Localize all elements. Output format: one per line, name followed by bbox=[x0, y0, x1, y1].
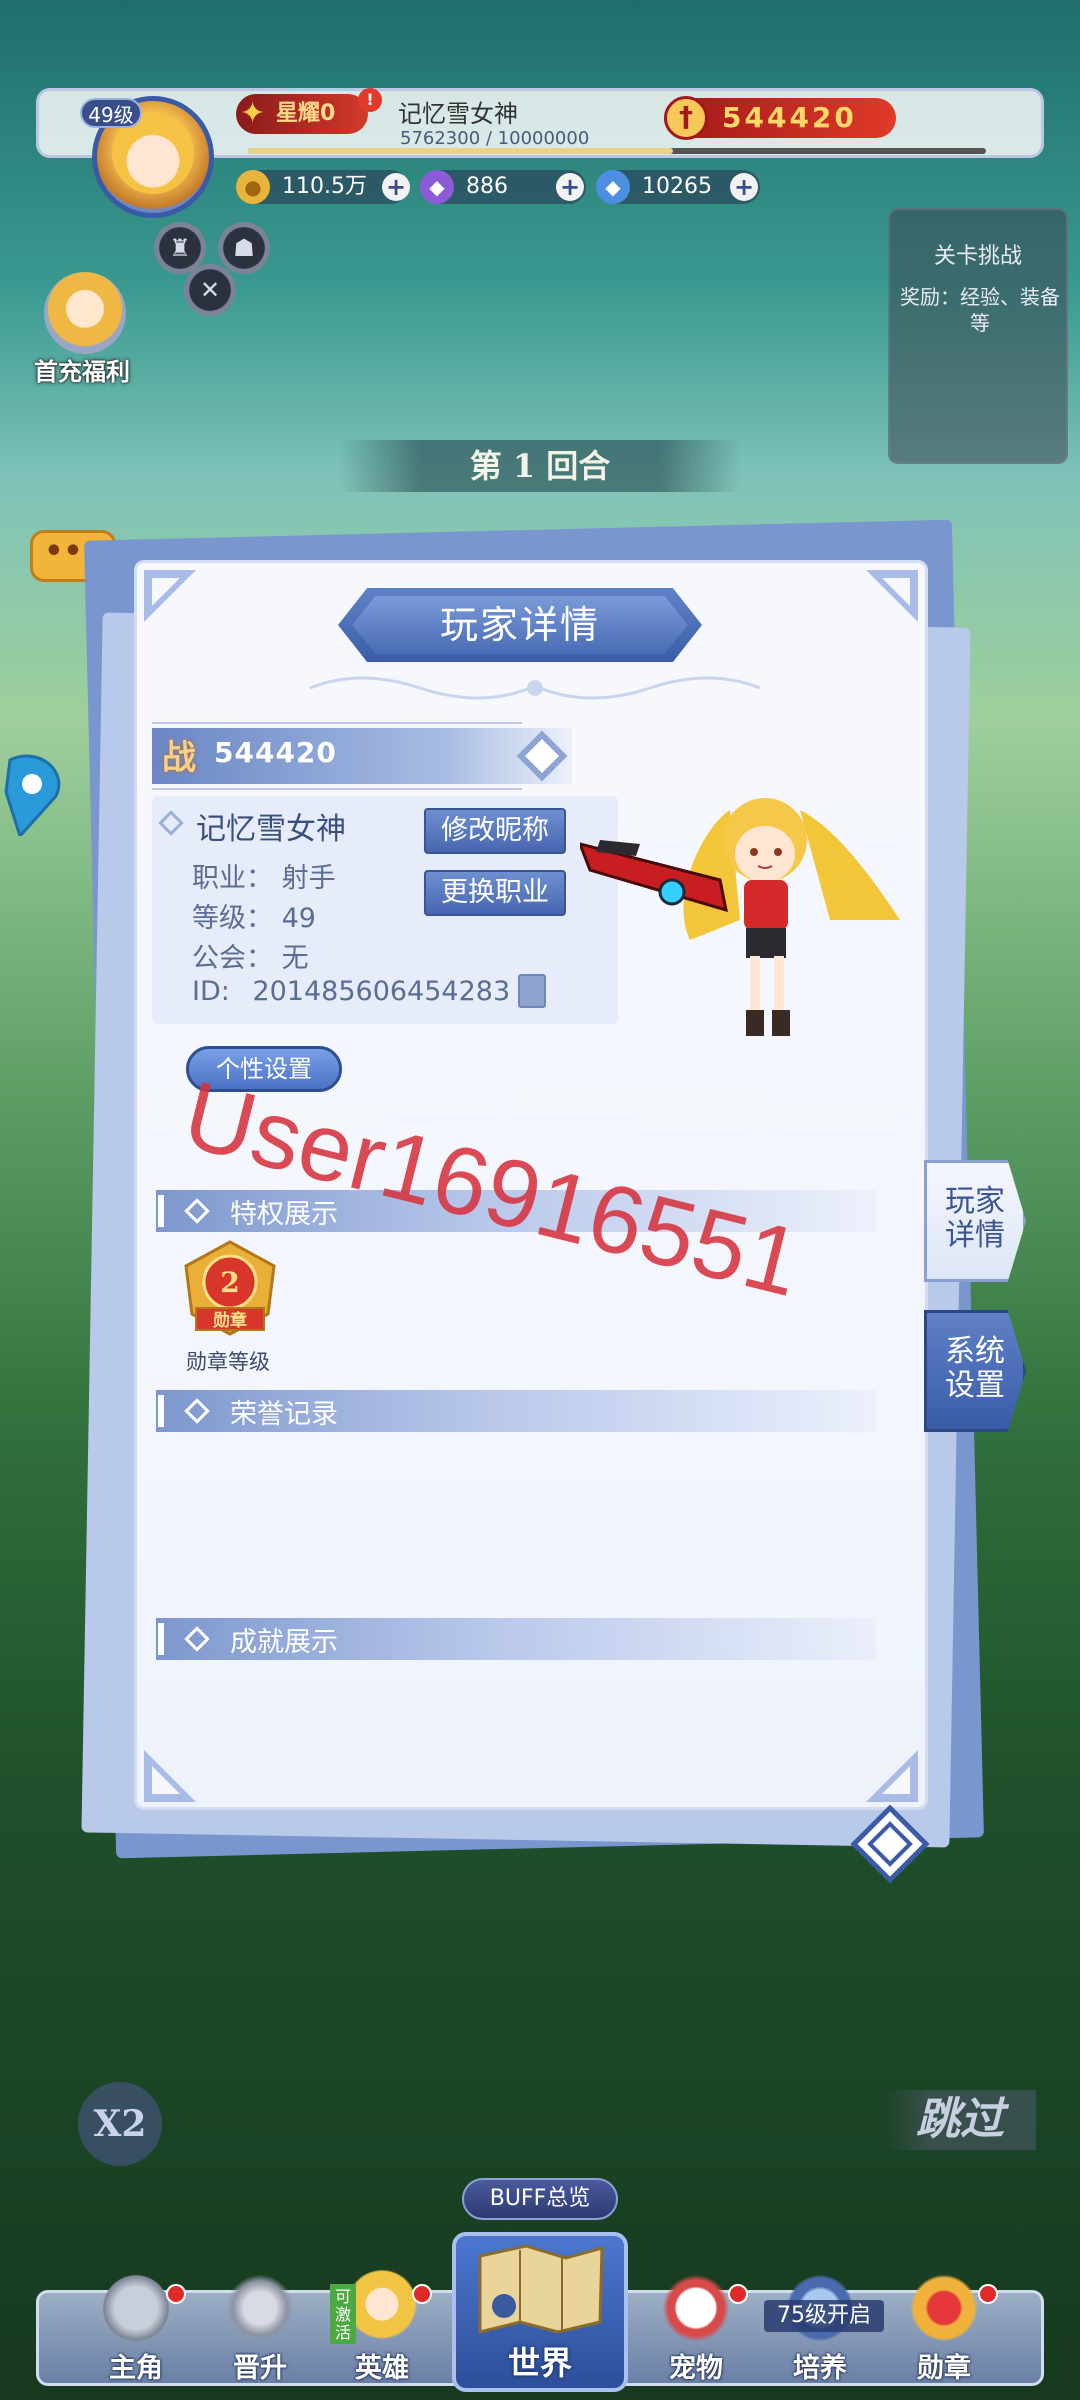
nav-cultivate-label: 培养 bbox=[793, 2353, 847, 2384]
nav-protagonist-label: 主角 bbox=[109, 2353, 163, 2384]
medal-badge-icon[interactable]: 2 勋章 bbox=[178, 1240, 282, 1336]
first-recharge-icon[interactable] bbox=[44, 272, 126, 354]
medal-ribbon: 勋章 bbox=[212, 1310, 247, 1331]
nav-world-label: 世界 bbox=[507, 2344, 572, 2382]
exp-text: 5762300 / 10000000 bbox=[400, 128, 590, 149]
sword-icon: † bbox=[664, 96, 708, 140]
notification-dot bbox=[728, 2284, 748, 2304]
map-pin-icon[interactable] bbox=[0, 752, 68, 836]
add-gold-button[interactable]: + bbox=[382, 173, 410, 201]
nav-promotion-label: 晋升 bbox=[233, 2353, 287, 2384]
divider bbox=[152, 788, 522, 790]
unlock-level-tag: 75级开启 bbox=[764, 2300, 884, 2332]
knight-helmet-icon bbox=[98, 2270, 174, 2346]
nav-pets-label: 宠物 bbox=[669, 2353, 723, 2384]
copy-icon[interactable] bbox=[518, 974, 546, 1008]
level-row: 等级： 49 bbox=[192, 896, 316, 935]
nav-promotion[interactable]: 晋升 bbox=[200, 2270, 320, 2385]
tab-system-settings-label: 系统设置 bbox=[945, 1334, 1005, 1403]
panel-power-value: 544420 bbox=[214, 736, 337, 769]
stage-challenge-title: 关卡挑战 bbox=[933, 244, 1022, 269]
guild-value: 无 bbox=[281, 943, 309, 974]
level-label: 等级： bbox=[192, 903, 273, 934]
section-edge bbox=[158, 1395, 164, 1427]
notification-dot bbox=[412, 2284, 432, 2304]
rename-button[interactable]: 修改昵称 bbox=[424, 808, 566, 854]
guild-row: 公会： 无 bbox=[192, 936, 309, 975]
job-row: 职业： 射手 bbox=[192, 856, 336, 895]
gold-value: 110.5万 bbox=[282, 174, 367, 199]
scroll-ornament-icon bbox=[309, 676, 761, 700]
level-badge: 49级 bbox=[80, 98, 142, 128]
job-label: 职业： bbox=[192, 863, 273, 894]
can-activate-tag: 可激活 bbox=[330, 2284, 356, 2344]
section-edge bbox=[158, 1195, 164, 1227]
achievement-section-title: 成就展示 bbox=[230, 1627, 338, 1658]
crossed-swords-icon bbox=[222, 2270, 298, 2346]
level-value: 49 bbox=[281, 903, 316, 934]
blue-diamond-icon: ◆ bbox=[596, 170, 630, 204]
medal-caption: 勋章等级 bbox=[186, 1350, 270, 1374]
player-name-header: 记忆雪女神 bbox=[398, 100, 518, 128]
section-edge bbox=[158, 1623, 164, 1655]
add-diamond-button[interactable]: + bbox=[730, 173, 758, 201]
nav-medal-label: 勋章 bbox=[917, 2353, 971, 2384]
id-value: 201485606454283 bbox=[252, 976, 511, 1007]
exp-bar-fill bbox=[248, 148, 674, 154]
speed-toggle-button[interactable]: X2 bbox=[78, 2082, 162, 2166]
purple-gem-icon: ◆ bbox=[420, 170, 454, 204]
tab-player-details[interactable]: 玩家详情 bbox=[924, 1160, 1026, 1282]
skip-button[interactable]: 跳过 bbox=[884, 2090, 1036, 2150]
fox-mask-icon bbox=[658, 2270, 734, 2346]
buff-overview-button[interactable]: BUFF总览 bbox=[462, 2178, 618, 2220]
panel-title: 玩家详情 bbox=[352, 596, 688, 654]
corner-ornament-icon bbox=[144, 570, 196, 622]
notification-dot bbox=[978, 2284, 998, 2304]
mask-icon[interactable]: ☗ bbox=[218, 222, 270, 274]
first-recharge-label[interactable]: 首充福利 bbox=[34, 352, 130, 387]
add-gem-button[interactable]: + bbox=[556, 173, 584, 201]
divider bbox=[152, 722, 522, 724]
medal-shield-icon bbox=[906, 2270, 982, 2346]
crossed-swords-icon[interactable]: ✕ bbox=[184, 264, 236, 316]
notification-dot bbox=[166, 2284, 186, 2304]
honor-section-title: 荣誉记录 bbox=[230, 1399, 338, 1430]
medal-value: 2 bbox=[220, 1266, 239, 1299]
star-icon: ✦ bbox=[240, 96, 266, 131]
guild-label: 公会： bbox=[192, 943, 273, 974]
stage-challenge-reward: 奖励：经验、装备等 bbox=[900, 285, 1060, 335]
diamond-value: 10265 bbox=[642, 174, 712, 199]
back-diamond-icon[interactable] bbox=[850, 1804, 930, 1884]
change-job-button[interactable]: 更换职业 bbox=[424, 870, 566, 916]
corner-ornament-icon bbox=[866, 570, 918, 622]
honor-alert-dot: ! bbox=[358, 88, 382, 112]
gem-value: 886 bbox=[466, 174, 508, 199]
corner-ornament-icon bbox=[866, 1750, 918, 1802]
world-map-icon bbox=[478, 2244, 604, 2334]
round-banner: 第 1 回合 bbox=[340, 440, 740, 492]
tab-system-settings[interactable]: 系统设置 bbox=[924, 1310, 1026, 1432]
corner-ornament-icon bbox=[144, 1750, 196, 1802]
id-label: ID: bbox=[192, 976, 230, 1007]
gold-coin-icon: ● bbox=[236, 170, 270, 204]
id-row: ID: 201485606454283 bbox=[192, 976, 510, 1007]
job-value: 射手 bbox=[281, 863, 336, 894]
nav-heroes-label: 英雄 bbox=[355, 2353, 409, 2384]
power-glyph: 战 bbox=[162, 738, 196, 778]
player-nickname: 记忆雪女神 bbox=[196, 812, 346, 847]
character-portrait bbox=[580, 798, 900, 1036]
tab-player-details-label: 玩家详情 bbox=[945, 1184, 1005, 1253]
